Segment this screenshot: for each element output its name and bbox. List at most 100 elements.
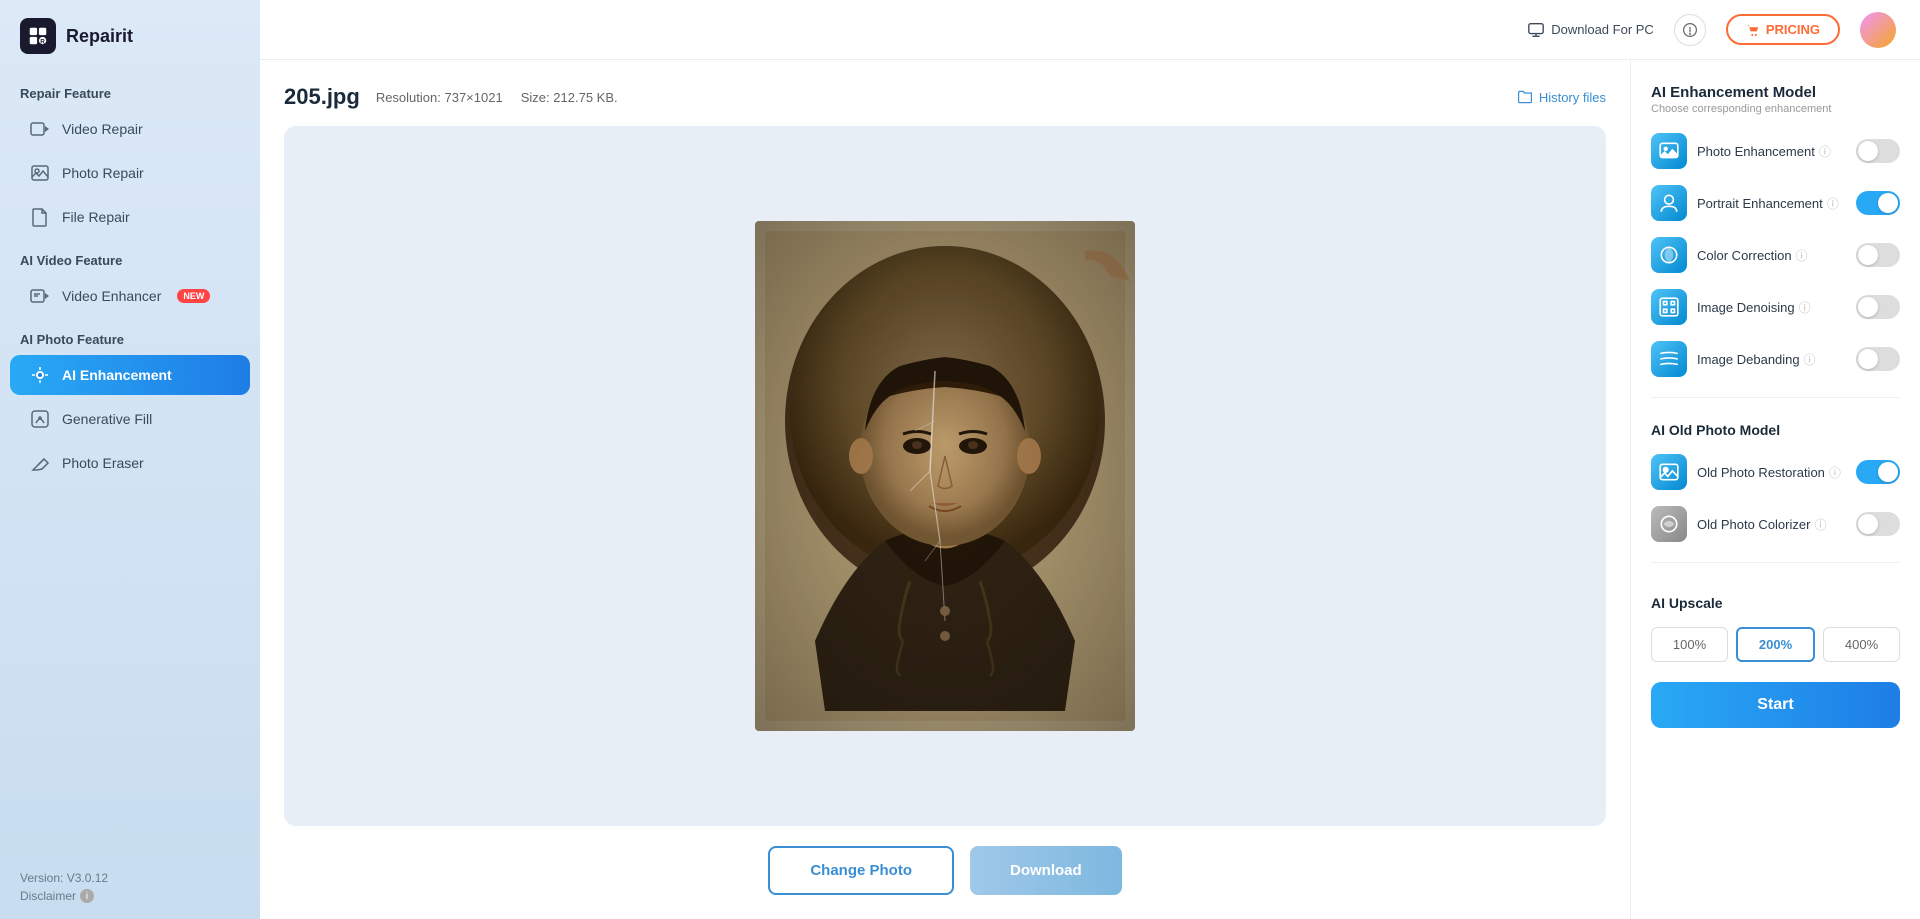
image-debanding-toggle[interactable] <box>1856 347 1900 371</box>
bottom-buttons: Change Photo Download <box>284 826 1606 895</box>
sidebar-item-video-repair[interactable]: Video Repair <box>10 109 250 149</box>
color-correction-toggle[interactable] <box>1856 243 1900 267</box>
ai-old-photo-title: AI Old Photo Model <box>1651 422 1900 438</box>
color-correction-row: Color Correction ⓘ <box>1651 237 1900 273</box>
portrait-enhancement-info[interactable]: ⓘ <box>1827 195 1839 212</box>
download-for-pc-btn[interactable]: Download For PC <box>1527 21 1654 39</box>
image-denoising-label: Image Denoising ⓘ <box>1697 299 1846 316</box>
headset-icon <box>1682 22 1698 38</box>
sidebar-footer: Version: V3.0.12 Disclaimer i <box>0 855 260 919</box>
old-restoration-svg <box>1658 461 1680 483</box>
monitor-icon <box>1527 21 1545 39</box>
color-correction-icon <box>1651 237 1687 273</box>
photo-enhancement-info[interactable]: ⓘ <box>1819 143 1831 160</box>
svg-text:R: R <box>40 38 45 45</box>
content-area: 205.jpg Resolution: 737×1021 Size: 212.7… <box>260 60 1920 919</box>
photo-eraser-icon <box>30 453 50 473</box>
old-photo-restoration-icon <box>1651 454 1687 490</box>
old-photo-restoration-toggle[interactable] <box>1856 460 1900 484</box>
generative-fill-icon <box>30 409 50 429</box>
portrait-enhancement-toggle[interactable] <box>1856 191 1900 215</box>
portrait-enhancement-icon <box>1651 185 1687 221</box>
image-debanding-icon <box>1651 341 1687 377</box>
portrait-enhancement-label: Portrait Enhancement ⓘ <box>1697 195 1846 212</box>
upscale-400-btn[interactable]: 400% <box>1823 627 1900 662</box>
file-repair-icon <box>30 207 50 227</box>
color-correction-label: Color Correction ⓘ <box>1697 247 1846 264</box>
pricing-button[interactable]: PRICING <box>1726 14 1840 45</box>
color-correct-svg <box>1658 244 1680 266</box>
photo-enhance-svg <box>1658 140 1680 162</box>
download-button[interactable]: Download <box>970 846 1122 895</box>
denoise-svg <box>1658 296 1680 318</box>
sidebar-item-ai-enhancement[interactable]: AI Enhancement <box>10 355 250 395</box>
disclaimer-info-icon[interactable]: i <box>80 889 94 903</box>
history-files-button[interactable]: History files <box>1517 89 1606 105</box>
version-text: Version: V3.0.12 <box>20 871 240 885</box>
image-debanding-info[interactable]: ⓘ <box>1804 351 1816 368</box>
video-repair-icon <box>30 119 50 139</box>
divider-1 <box>1651 397 1900 398</box>
image-denoising-info[interactable]: ⓘ <box>1799 299 1811 316</box>
image-debanding-label: Image Debanding ⓘ <box>1697 351 1846 368</box>
ai-upscale-section: AI Upscale 100% 200% 400% <box>1651 587 1900 678</box>
portrait-enhancement-row: Portrait Enhancement ⓘ <box>1651 185 1900 221</box>
top-header: Download For PC PRICING <box>260 0 1920 60</box>
sidebar-item-video-enhancer[interactable]: Video Enhancer NEW <box>10 276 250 316</box>
colorizer-svg <box>1658 513 1680 535</box>
portrait-enhance-svg <box>1658 192 1680 214</box>
ai-video-section: AI Video Feature <box>0 239 260 274</box>
upscale-100-btn[interactable]: 100% <box>1651 627 1728 662</box>
ai-enhancement-model-title: AI Enhancement Model <box>1651 84 1900 101</box>
photo-enhancement-icon <box>1651 133 1687 169</box>
start-button[interactable]: Start <box>1651 682 1900 728</box>
old-photo-colorizer-icon <box>1651 506 1687 542</box>
file-info: 205.jpg Resolution: 737×1021 Size: 212.7… <box>284 84 1606 110</box>
repair-feature-section: Repair Feature <box>0 72 260 107</box>
divider-2 <box>1651 562 1900 563</box>
upscale-200-btn[interactable]: 200% <box>1736 627 1815 662</box>
folder-icon <box>1517 89 1533 105</box>
ai-upscale-title: AI Upscale <box>1651 595 1900 611</box>
ai-photo-section: AI Photo Feature <box>0 318 260 353</box>
old-photo-colorizer-toggle[interactable] <box>1856 512 1900 536</box>
video-enhancer-icon <box>30 286 50 306</box>
upscale-options: 100% 200% 400% <box>1651 627 1900 662</box>
change-photo-button[interactable]: Change Photo <box>768 846 954 895</box>
sidebar-item-photo-repair[interactable]: Photo Repair <box>10 153 250 193</box>
sidebar-item-generative-fill[interactable]: Generative Fill <box>10 399 250 439</box>
main-content: Download For PC PRICING 205.jpg <box>260 0 1920 919</box>
color-correction-info[interactable]: ⓘ <box>1796 247 1808 264</box>
right-panel: AI Enhancement Model Choose correspondin… <box>1630 60 1920 919</box>
photo-repair-icon <box>30 163 50 183</box>
sidebar-item-file-repair[interactable]: File Repair <box>10 197 250 237</box>
old-photo-restoration-row: Old Photo Restoration ⓘ <box>1651 454 1900 490</box>
old-photo-colorizer-label: Old Photo Colorizer ⓘ <box>1697 516 1846 533</box>
image-denoising-row: Image Denoising ⓘ <box>1651 289 1900 325</box>
old-photo-restoration-info[interactable]: ⓘ <box>1829 464 1841 481</box>
logo-area: R Repairit <box>0 0 260 72</box>
new-badge: NEW <box>177 289 210 303</box>
ai-enhancement-icon <box>30 365 50 385</box>
disclaimer-text: Disclaimer i <box>20 889 240 903</box>
image-denoising-icon <box>1651 289 1687 325</box>
photo-container <box>284 126 1606 826</box>
file-meta: Resolution: 737×1021 Size: 212.75 KB. <box>376 90 1517 105</box>
photo-panel: 205.jpg Resolution: 737×1021 Size: 212.7… <box>260 60 1630 919</box>
old-photo-restoration-label: Old Photo Restoration ⓘ <box>1697 464 1846 481</box>
ai-enhancement-model-subtitle: Choose corresponding enhancement <box>1651 103 1900 115</box>
file-name: 205.jpg <box>284 84 360 110</box>
old-photo-colorizer-info[interactable]: ⓘ <box>1814 516 1826 533</box>
sidebar-item-photo-eraser[interactable]: Photo Eraser <box>10 443 250 483</box>
photo-enhancement-label: Photo Enhancement ⓘ <box>1697 143 1846 160</box>
help-button[interactable] <box>1674 14 1706 46</box>
image-denoising-toggle[interactable] <box>1856 295 1900 319</box>
sidebar: R Repairit Repair Feature Video Repair P… <box>0 0 260 919</box>
user-avatar[interactable] <box>1860 12 1896 48</box>
photo-enhancement-toggle[interactable] <box>1856 139 1900 163</box>
logo-icon: R <box>20 18 56 54</box>
app-title: Repairit <box>66 26 133 47</box>
cart-icon <box>1746 23 1760 37</box>
photo-enhancement-row: Photo Enhancement ⓘ <box>1651 133 1900 169</box>
old-photo-colorizer-row: Old Photo Colorizer ⓘ <box>1651 506 1900 542</box>
